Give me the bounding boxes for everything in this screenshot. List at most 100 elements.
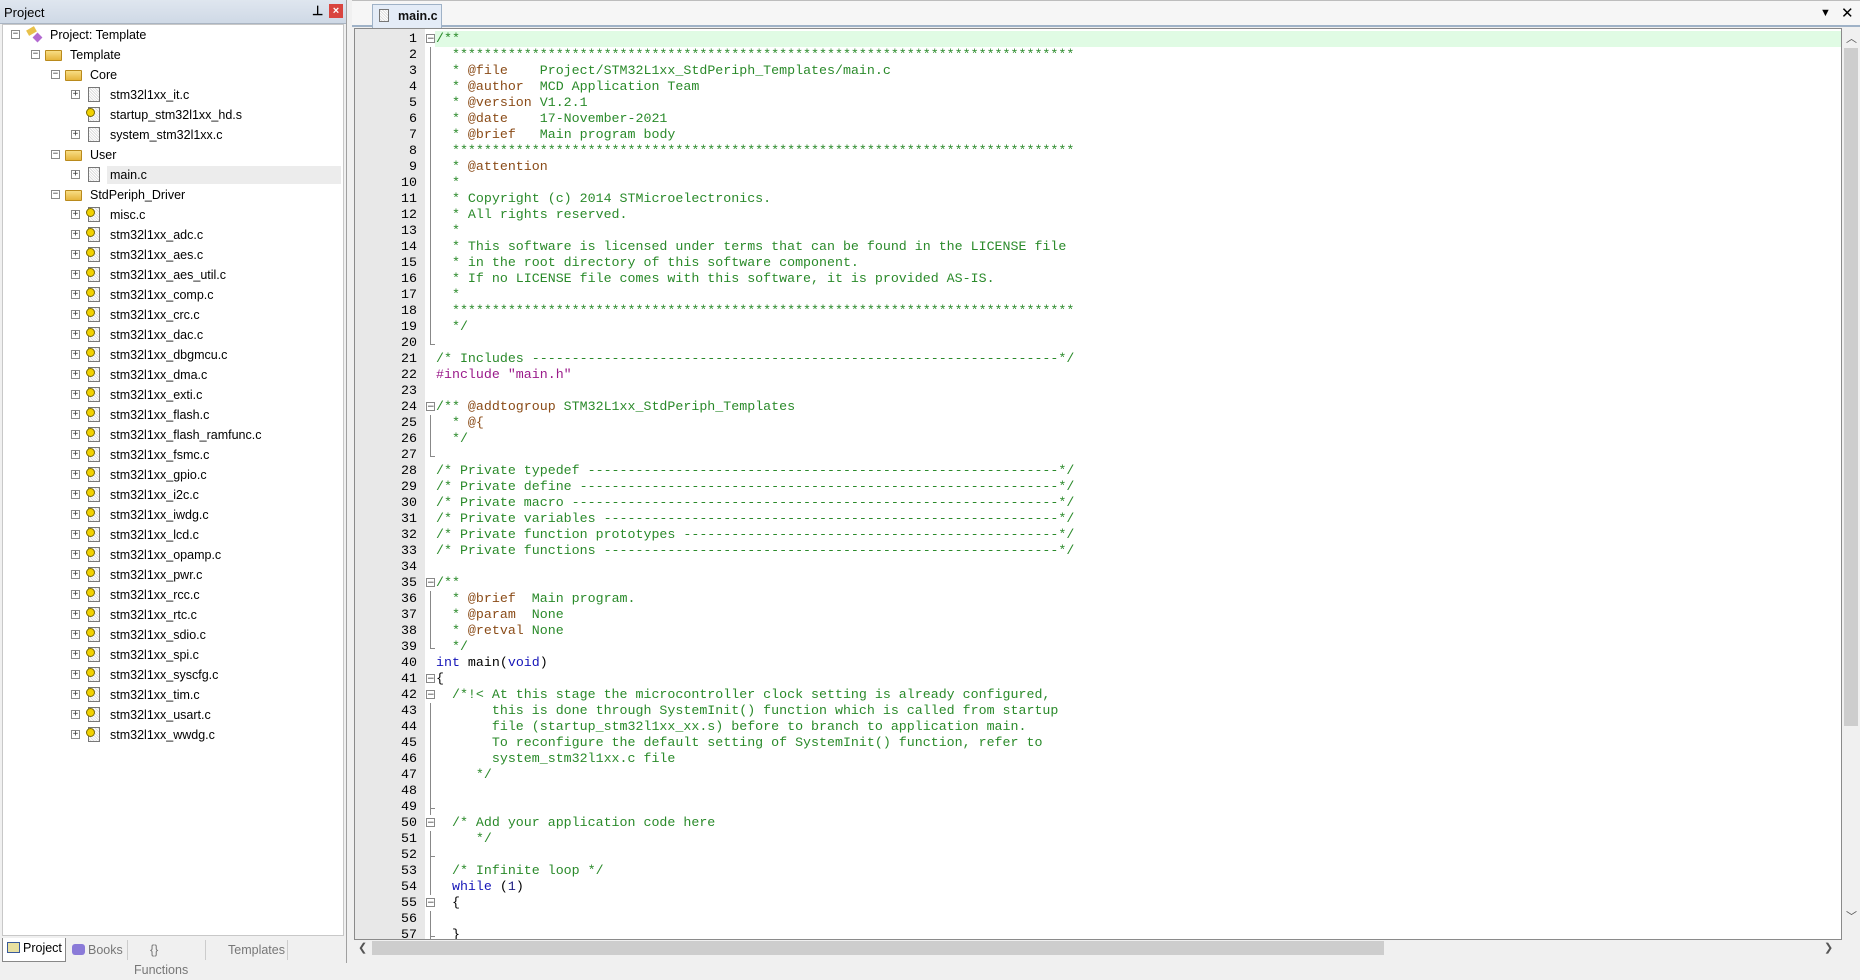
vertical-scroll-thumb[interactable]	[1844, 48, 1858, 726]
expand-icon[interactable]: +	[71, 390, 80, 399]
collapse-icon[interactable]: −	[51, 70, 60, 79]
code-line[interactable]: 6 * @date 17-November-2021	[355, 111, 1841, 127]
expand-icon[interactable]: +	[71, 670, 80, 679]
expand-icon[interactable]: +	[71, 230, 80, 239]
code-line[interactable]: 46 system_stm32l1xx.c file	[355, 751, 1841, 767]
tree-item[interactable]: + stm32l1xx_rcc.c	[3, 585, 343, 605]
fold-toggle-icon[interactable]	[426, 671, 435, 687]
expand-icon[interactable]: +	[71, 690, 80, 699]
tree-item[interactable]: + stm32l1xx_sdio.c	[3, 625, 343, 645]
tree-item[interactable]: − User	[3, 145, 343, 165]
code-line[interactable]: 24 /** @addtogroup STM32L1xx_StdPeriph_Te…	[355, 399, 1841, 415]
fold-toggle-icon[interactable]	[426, 575, 435, 591]
tree-item[interactable]: + stm32l1xx_lcd.c	[3, 525, 343, 545]
collapse-icon[interactable]: −	[51, 150, 60, 159]
tab-templates[interactable]: Templates	[208, 940, 288, 960]
tree-item[interactable]: + stm32l1xx_exti.c	[3, 385, 343, 405]
code-line[interactable]: 34	[355, 559, 1841, 575]
code-line[interactable]: 39 */	[355, 639, 1841, 655]
expand-icon[interactable]: +	[71, 410, 80, 419]
tree-item[interactable]: + system_stm32l1xx.c	[3, 125, 343, 145]
tree-item[interactable]: + stm32l1xx_i2c.c	[3, 485, 343, 505]
code-line[interactable]: 26 */	[355, 431, 1841, 447]
expand-icon[interactable]: +	[71, 350, 80, 359]
code-line[interactable]: 11 * Copyright (c) 2014 STMicroelectroni…	[355, 191, 1841, 207]
code-line[interactable]: 41 {	[355, 671, 1841, 687]
tree-item[interactable]: + stm32l1xx_it.c	[3, 85, 343, 105]
tree-item[interactable]: + stm32l1xx_tim.c	[3, 685, 343, 705]
fold-toggle-icon[interactable]	[426, 399, 435, 415]
code-line[interactable]: 42 /*!< At this stage the microcontrolle…	[355, 687, 1841, 703]
tree-item[interactable]: + stm32l1xx_opamp.c	[3, 545, 343, 565]
tab-main-c[interactable]: main.c	[372, 4, 442, 28]
code-line[interactable]: 14 * This software is licensed under ter…	[355, 239, 1841, 255]
tree-item[interactable]: + stm32l1xx_crc.c	[3, 305, 343, 325]
expand-icon[interactable]: +	[71, 90, 80, 99]
code-line[interactable]: 51 */	[355, 831, 1841, 847]
code-line[interactable]: 57 }	[355, 927, 1841, 939]
fold-toggle-icon[interactable]	[426, 895, 435, 911]
code-line[interactable]: 49	[355, 799, 1841, 815]
expand-icon[interactable]: +	[71, 730, 80, 739]
code-line[interactable]: 3 * @file Project/STM32L1xx_StdPeriph_Te…	[355, 63, 1841, 79]
expand-icon[interactable]: +	[71, 630, 80, 639]
tree-item[interactable]: + stm32l1xx_dbgmcu.c	[3, 345, 343, 365]
code-line[interactable]: 21 /* Includes --------------------------…	[355, 351, 1841, 367]
tree-item[interactable]: − StdPeriph_Driver	[3, 185, 343, 205]
tree-item[interactable]: + stm32l1xx_dma.c	[3, 365, 343, 385]
code-line[interactable]: 53 /* Infinite loop */	[355, 863, 1841, 879]
code-line[interactable]: 31 /* Private variables -----------------…	[355, 511, 1841, 527]
fold-toggle-icon[interactable]	[426, 687, 435, 703]
code-line[interactable]: 32 /* Private function prototypes -------…	[355, 527, 1841, 543]
tree-item[interactable]: − Core	[3, 65, 343, 85]
expand-icon[interactable]: +	[71, 270, 80, 279]
expand-icon[interactable]: +	[71, 610, 80, 619]
code-line[interactable]: 20	[355, 335, 1841, 351]
code-line[interactable]: 30 /* Private macro ---------------------…	[355, 495, 1841, 511]
expand-icon[interactable]: +	[71, 570, 80, 579]
code-line[interactable]: 38 * @retval None	[355, 623, 1841, 639]
code-line[interactable]: 50 /* Add your application code here	[355, 815, 1841, 831]
code-line[interactable]: 33 /* Private functions -----------------…	[355, 543, 1841, 559]
code-line[interactable]: 13 *	[355, 223, 1841, 239]
expand-icon[interactable]: +	[71, 550, 80, 559]
code-line[interactable]: 22 #include "main.h"	[355, 367, 1841, 383]
horizontal-scroll-thumb[interactable]	[372, 941, 1384, 955]
tree-item[interactable]: + stm32l1xx_spi.c	[3, 645, 343, 665]
expand-icon[interactable]: +	[71, 330, 80, 339]
expand-icon[interactable]: +	[71, 470, 80, 479]
tree-item[interactable]: + stm32l1xx_dac.c	[3, 325, 343, 345]
expand-icon[interactable]: +	[71, 370, 80, 379]
tree-item[interactable]: + stm32l1xx_usart.c	[3, 705, 343, 725]
code-line[interactable]: 1 /**	[355, 31, 1841, 47]
code-line[interactable]: 8 **************************************…	[355, 143, 1841, 159]
close-icon[interactable]: ×	[329, 4, 343, 18]
code-line[interactable]: 17 *	[355, 287, 1841, 303]
tree-item[interactable]: + stm32l1xx_comp.c	[3, 285, 343, 305]
tree-item[interactable]: + main.c	[3, 165, 343, 185]
expand-icon[interactable]: +	[71, 210, 80, 219]
code-line[interactable]: 56	[355, 911, 1841, 927]
pin-icon[interactable]: ⊥	[312, 3, 323, 19]
scroll-left-icon[interactable]: ❮	[358, 941, 367, 954]
code-line[interactable]: 9 * @attention	[355, 159, 1841, 175]
tree-item[interactable]: − Template	[3, 45, 343, 65]
code-area[interactable]: 1/**2 **********************************…	[354, 28, 1842, 940]
tree-item[interactable]: + stm32l1xx_fsmc.c	[3, 445, 343, 465]
horizontal-scrollbar[interactable]: ❮ ❯	[354, 940, 1842, 956]
code-line[interactable]: 44 file (startup_stm32l1xx_xx.s) before …	[355, 719, 1841, 735]
tree-item[interactable]: + stm32l1xx_rtc.c	[3, 605, 343, 625]
code-line[interactable]: 10 *	[355, 175, 1841, 191]
tree-item[interactable]: + stm32l1xx_gpio.c	[3, 465, 343, 485]
code-line[interactable]: 48	[355, 783, 1841, 799]
tree-item[interactable]: startup_stm32l1xx_hd.s	[3, 105, 343, 125]
code-line[interactable]: 5 * @version V1.2.1	[355, 95, 1841, 111]
tab-project[interactable]: Project	[2, 938, 66, 962]
fold-toggle-icon[interactable]	[426, 31, 435, 47]
code-line[interactable]: 55 {	[355, 895, 1841, 911]
expand-icon[interactable]: +	[71, 310, 80, 319]
code-line[interactable]: 54 while (1)	[355, 879, 1841, 895]
code-line[interactable]: 7 * @brief Main program body	[355, 127, 1841, 143]
expand-icon[interactable]: +	[71, 510, 80, 519]
code-line[interactable]: 52	[355, 847, 1841, 863]
